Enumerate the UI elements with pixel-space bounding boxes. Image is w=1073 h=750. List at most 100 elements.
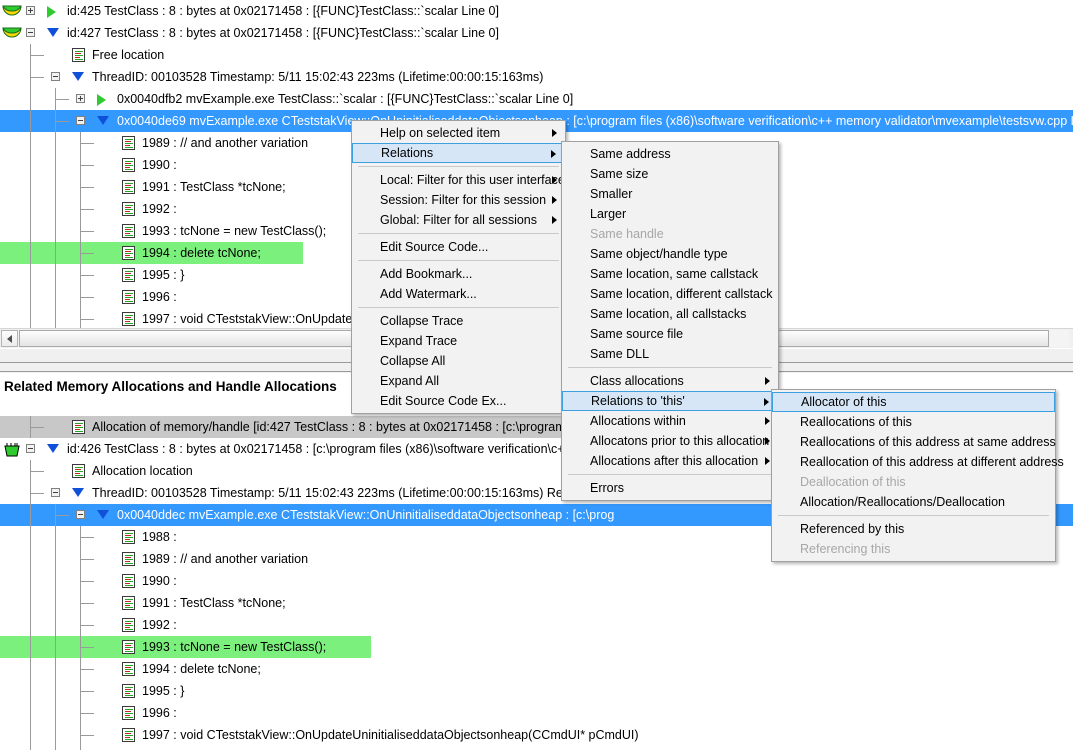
menu-item[interactable]: Allocations within (562, 411, 778, 431)
tree-connector (55, 680, 56, 702)
collapse-icon[interactable] (26, 28, 35, 37)
menu-item[interactable]: Same object/handle type (562, 244, 778, 264)
tree-row[interactable]: id:427 TestClass : 8 : bytes at 0x021714… (0, 22, 1073, 44)
menu-item[interactable]: Add Bookmark... (352, 264, 565, 284)
scroll-left-arrow[interactable] (1, 330, 18, 347)
source-line-icon (122, 268, 135, 282)
tree-connector (80, 735, 94, 736)
tree-connector (80, 275, 94, 276)
tree-connector (80, 713, 94, 714)
tree-row[interactable]: 1998 : { (0, 746, 1073, 750)
expand-icon[interactable] (26, 6, 35, 15)
menu-item[interactable]: Allocations after this allocation (562, 451, 778, 471)
tree-connector (80, 559, 94, 560)
menu-item[interactable]: Add Watermark... (352, 284, 565, 304)
menu-item: Referencing this (772, 539, 1055, 559)
menu-item[interactable]: Collapse Trace (352, 311, 565, 331)
expanded-triangle-icon[interactable] (97, 510, 109, 519)
menu-item[interactable]: Global: Filter for all sessions (352, 210, 565, 230)
menu-item[interactable]: Reallocations of this address at same ad… (772, 432, 1056, 452)
tree-connector (80, 253, 94, 254)
menu-item[interactable]: Allocatons prior to this allocation (562, 431, 778, 451)
menu-item[interactable]: Errors (562, 478, 778, 498)
tree-row[interactable]: 1991 : TestClass *tcNone; (0, 592, 1073, 614)
submenu-arrow-icon (765, 437, 770, 445)
expanded-triangle-icon[interactable] (72, 488, 84, 497)
menu-item[interactable]: Allocator of this (772, 392, 1055, 412)
tree-row[interactable]: 1995 : } (0, 680, 1073, 702)
tree-connector (55, 176, 56, 198)
menu-item-label: Same location, same callstack (590, 267, 759, 281)
tree-row[interactable]: 1992 : (0, 614, 1073, 636)
tree-row[interactable]: 1993 : tcNone = new TestClass(); (0, 636, 1073, 658)
expanded-triangle-icon[interactable] (47, 28, 59, 37)
menu-item-label: Expand Trace (380, 334, 458, 348)
bottom-pane-title: Related Memory Allocations and Handle Al… (4, 379, 337, 394)
tree-row[interactable]: 1996 : (0, 702, 1073, 724)
expanded-triangle-icon[interactable] (97, 116, 109, 125)
expanded-triangle-icon[interactable] (47, 444, 59, 453)
menu-item[interactable]: Help on selected item (352, 123, 565, 143)
menu-item[interactable]: Relations (352, 143, 565, 163)
menu-item[interactable]: Expand Trace (352, 331, 565, 351)
menu-item[interactable]: Session: Filter for this session (352, 190, 565, 210)
menu-item[interactable]: Same location, same callstack (562, 264, 778, 284)
menu-item[interactable]: Smaller (562, 184, 778, 204)
menu-item[interactable]: Allocation/Reallocations/Deallocation (772, 492, 1055, 512)
tree-connector (80, 231, 94, 232)
tree-row[interactable]: 1990 : (0, 570, 1073, 592)
collapse-icon[interactable] (51, 72, 60, 81)
menu-item-label: Add Bookmark... (380, 267, 473, 281)
tree-row[interactable]: 1997 : void CTeststakView::OnUpdateUnini… (0, 724, 1073, 746)
submenu-arrow-icon (765, 417, 770, 425)
collapse-icon[interactable] (76, 116, 85, 125)
tree-row-label: 0x0040dfb2 mvExample.exe TestClass::`sca… (117, 92, 574, 106)
menu-item-label: Same size (590, 167, 649, 181)
tree-row-label: 1994 : delete tcNone; (142, 246, 261, 260)
submenu-arrow-icon (552, 216, 557, 224)
menu-item[interactable]: Same location, different callstack (562, 284, 778, 304)
tree-row[interactable]: 0x0040dfb2 mvExample.exe TestClass::`sca… (0, 88, 1073, 110)
menu-item[interactable]: Same DLL (562, 344, 778, 364)
tree-connector (55, 121, 69, 122)
tree-row[interactable]: 1994 : delete tcNone; (0, 658, 1073, 680)
source-line-icon (122, 312, 135, 326)
tree-connector (55, 154, 56, 176)
tree-connector (55, 746, 56, 750)
menu-item[interactable]: Reallocations of this (772, 412, 1055, 432)
menu-item[interactable]: Edit Source Code... (352, 237, 565, 257)
submenu-arrow-icon (552, 129, 557, 137)
menu-item[interactable]: Relations to 'this' (562, 391, 778, 411)
menu-separator (568, 367, 772, 368)
collapse-icon[interactable] (51, 488, 60, 497)
relations-submenu[interactable]: Same address Same size Smaller Larger Same h… (561, 141, 779, 501)
menu-item[interactable]: Same location, all callstacks (562, 304, 778, 324)
menu-item-label: Deallocation of this (800, 475, 906, 489)
tree-row[interactable]: id:425 TestClass : 8 : bytes at 0x021714… (0, 0, 1073, 22)
collapse-icon[interactable] (26, 444, 35, 453)
relations-to-this-submenu[interactable]: Allocator of this Reallocations of this Re… (771, 389, 1064, 562)
menu-item[interactable]: Class allocations (562, 371, 778, 391)
expand-icon[interactable] (76, 94, 85, 103)
collapsed-triangle-icon[interactable] (47, 6, 56, 18)
tree-connector (80, 625, 94, 626)
tree-row[interactable]: Free location (0, 44, 1073, 66)
menu-item[interactable]: Same size (562, 164, 778, 184)
menu-item[interactable]: Same source file (562, 324, 778, 344)
menu-item[interactable]: Referenced by this (772, 519, 1055, 539)
tree-connector (30, 264, 31, 286)
menu-item[interactable]: Local: Filter for this user interface (352, 170, 565, 190)
context-menu[interactable]: Help on selected item Relations Local: Fil… (351, 120, 566, 414)
collapsed-triangle-icon[interactable] (97, 94, 106, 106)
menu-item[interactable]: Edit Source Code Ex... (352, 391, 565, 411)
tree-connector (30, 526, 31, 548)
tree-row[interactable]: ThreadID: 00103528 Timestamp: 5/11 15:02… (0, 66, 1073, 88)
expanded-triangle-icon[interactable] (72, 72, 84, 81)
menu-item[interactable]: Reallocation of this address at differen… (772, 452, 1064, 472)
menu-item[interactable]: Same address (562, 144, 778, 164)
menu-item[interactable]: Collapse All (352, 351, 565, 371)
menu-item[interactable]: Expand All (352, 371, 565, 391)
tree-row-label: 1993 : tcNone = new TestClass(); (142, 224, 327, 238)
menu-item[interactable]: Larger (562, 204, 778, 224)
collapse-icon[interactable] (76, 510, 85, 519)
